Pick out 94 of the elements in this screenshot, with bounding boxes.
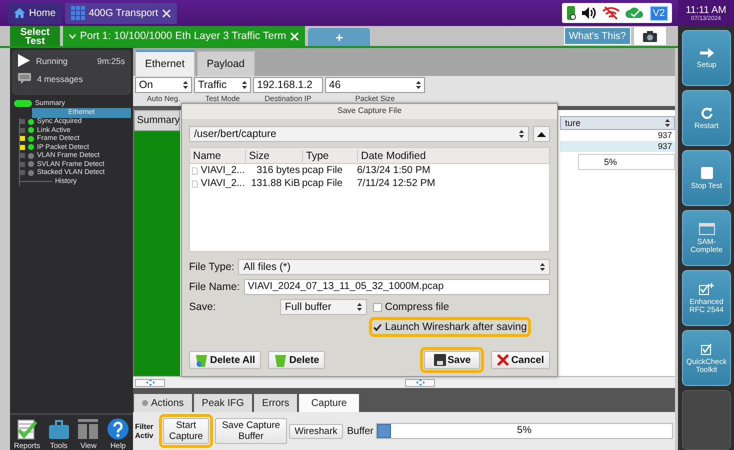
splitter-handle[interactable] xyxy=(405,378,435,386)
message-icon[interactable] xyxy=(18,73,31,84)
updown-arrow-icon xyxy=(540,263,545,271)
window-icon xyxy=(698,222,714,234)
close-icon[interactable] xyxy=(162,8,172,18)
clock-time: 11:11 AM xyxy=(686,4,726,16)
trash-icon xyxy=(195,354,208,366)
grid-icon xyxy=(70,6,85,20)
dialog-button[interactable]: Delete xyxy=(268,351,326,369)
updown-arrow-icon xyxy=(519,130,524,138)
setup-tab[interactable]: Payload xyxy=(196,51,255,76)
up-triangle-icon xyxy=(537,132,546,136)
camera-button[interactable] xyxy=(634,27,666,45)
updown-arrow-icon xyxy=(183,81,188,89)
app-tab[interactable]: 400G Transport xyxy=(64,2,178,24)
dialog-button[interactable]: Save xyxy=(424,351,480,369)
port-tab[interactable]: Port 1: 10/100/1000 Eth Layer 3 Traffic Term xyxy=(63,26,306,46)
buffer-label: Buffer xyxy=(347,426,374,436)
arrow-right-icon xyxy=(700,48,714,58)
check-icon xyxy=(373,322,382,332)
capture-button[interactable]: Start Capture xyxy=(163,418,209,444)
column-header[interactable]: Date Modified xyxy=(357,150,549,162)
setting-dropdown[interactable]: On xyxy=(135,77,192,93)
run-state: Running xyxy=(36,56,68,66)
column-header[interactable]: ture xyxy=(560,116,675,130)
result-tab[interactable]: Capture xyxy=(299,394,359,412)
home-tab[interactable]: Home xyxy=(8,2,62,24)
parent-folder-button[interactable] xyxy=(533,126,550,142)
file-type: pcap File xyxy=(302,178,344,189)
setting-field[interactable]: 192.168.1.2 xyxy=(253,77,323,93)
toolbox-icon[interactable] xyxy=(48,418,70,440)
help-icon[interactable] xyxy=(107,418,130,440)
dialog-button[interactable]: Cancel xyxy=(491,351,550,369)
capture-button[interactable]: Save Capture Buffer xyxy=(215,418,287,444)
checkbox-icon xyxy=(700,342,712,354)
updown-arrow-icon xyxy=(242,81,247,89)
file-type-label: File Type: xyxy=(189,261,234,273)
column-header[interactable]: Type xyxy=(302,150,357,162)
result-reading: 5% xyxy=(578,154,675,170)
checkbox-plus-icon xyxy=(699,282,714,294)
column-header[interactable]: Name xyxy=(190,150,245,162)
dialog-button[interactable]: Delete All xyxy=(189,351,262,369)
file-date: 7/11/24 12:52 PM xyxy=(357,178,436,189)
file-name[interactable]: VIAVI_2... xyxy=(200,178,245,189)
checkbox-label[interactable]: Launch Wireshark after saving xyxy=(385,321,527,333)
file-name-label: File Name: xyxy=(189,281,240,293)
capture-button[interactable]: Wireshark xyxy=(289,424,343,438)
restart-icon xyxy=(700,106,712,118)
summary-tab[interactable]: Summary xyxy=(134,110,180,131)
table-row: 937 xyxy=(560,141,675,152)
column-header[interactable]: Size xyxy=(245,150,302,162)
caret-icon xyxy=(69,34,76,38)
file-type: pcap File xyxy=(302,165,344,176)
reports-icon[interactable] xyxy=(16,418,38,440)
updown-arrow-icon xyxy=(665,119,670,127)
updown-arrow-icon xyxy=(416,81,421,89)
updown-arrow-icon xyxy=(356,303,362,311)
file-name[interactable]: VIAVI_2... xyxy=(200,165,245,176)
file-size: 316 bytes xyxy=(256,165,301,176)
path-dropdown[interactable]: /user/bert/capture xyxy=(189,126,529,142)
result-tab[interactable]: Peak IFG xyxy=(194,394,252,412)
checkbox[interactable] xyxy=(372,302,382,312)
setting-dropdown[interactable]: Traffic xyxy=(194,77,251,93)
house-icon xyxy=(14,8,25,18)
setting-dropdown[interactable]: 46 xyxy=(325,77,425,93)
messages-count[interactable]: 4 messages xyxy=(37,74,83,84)
dialog-title: Save Capture File xyxy=(182,104,557,119)
save-mode-dropdown[interactable]: Full buffer xyxy=(280,299,367,315)
save-label: Save: xyxy=(189,301,216,313)
floppy-icon xyxy=(434,354,446,366)
layout-icon[interactable] xyxy=(77,418,100,440)
file-type-dropdown[interactable]: All files (*) xyxy=(238,259,550,275)
result-tab[interactable]: Actions xyxy=(134,394,192,412)
stop-icon xyxy=(700,166,712,178)
checkbox[interactable] xyxy=(373,322,382,332)
splitter-handle[interactable] xyxy=(135,378,165,386)
elapsed-time: 9m:25s xyxy=(97,56,125,66)
result-tab[interactable]: Errors xyxy=(254,394,298,412)
speaker-icon[interactable] xyxy=(580,6,597,20)
camera-icon xyxy=(643,30,657,42)
file-date: 6/13/24 1:50 PM xyxy=(357,165,432,176)
profile-badge: V2 xyxy=(650,6,668,20)
play-icon xyxy=(18,54,30,67)
cross-icon xyxy=(497,354,510,366)
checkbox-label[interactable]: Compress file xyxy=(384,301,450,313)
file-name-field[interactable]: VIAVI_2024_07_13_11_05_32_1000M.pcap xyxy=(244,279,550,295)
file-size: 131.88 KiB xyxy=(250,178,301,189)
table-row-text: 937 xyxy=(656,130,673,141)
setup-tab[interactable]: Ethernet xyxy=(135,50,195,76)
buffer-reading: 5% xyxy=(516,425,532,436)
cloud-check-icon xyxy=(624,7,645,19)
trash-icon xyxy=(274,354,288,366)
select-test-button[interactable]: Select Test xyxy=(10,26,60,46)
wifi-off-icon xyxy=(602,6,620,20)
